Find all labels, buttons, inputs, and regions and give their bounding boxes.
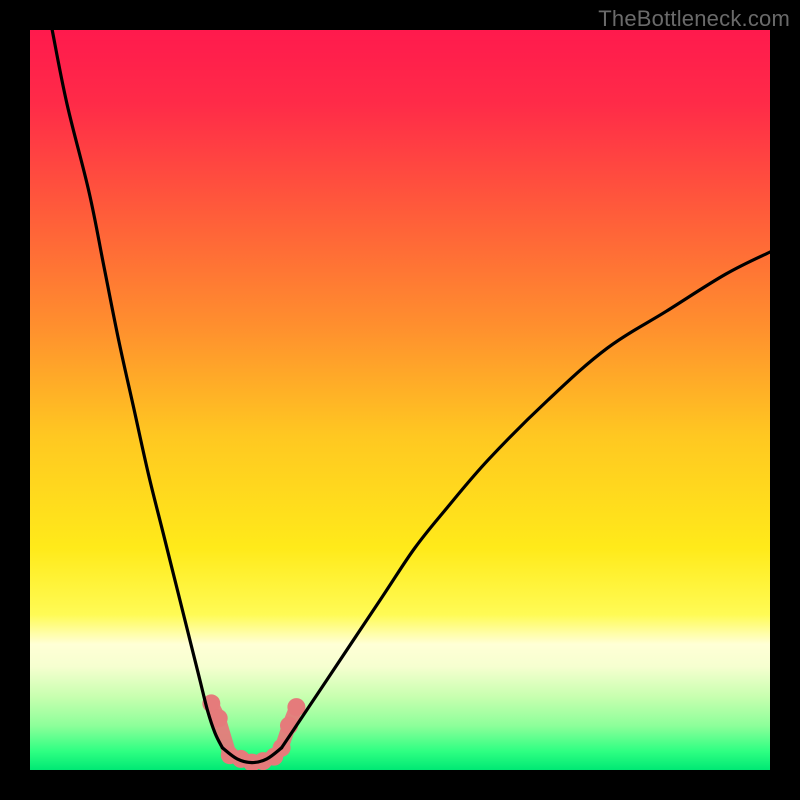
chart-curves bbox=[30, 30, 770, 770]
plot-area bbox=[30, 30, 770, 770]
watermark-text: TheBottleneck.com bbox=[598, 6, 790, 32]
chart-container: TheBottleneck.com bbox=[0, 0, 800, 800]
optimum-markers-group bbox=[202, 694, 305, 770]
left-branch-line bbox=[52, 30, 222, 748]
right-branch-line bbox=[282, 252, 770, 748]
